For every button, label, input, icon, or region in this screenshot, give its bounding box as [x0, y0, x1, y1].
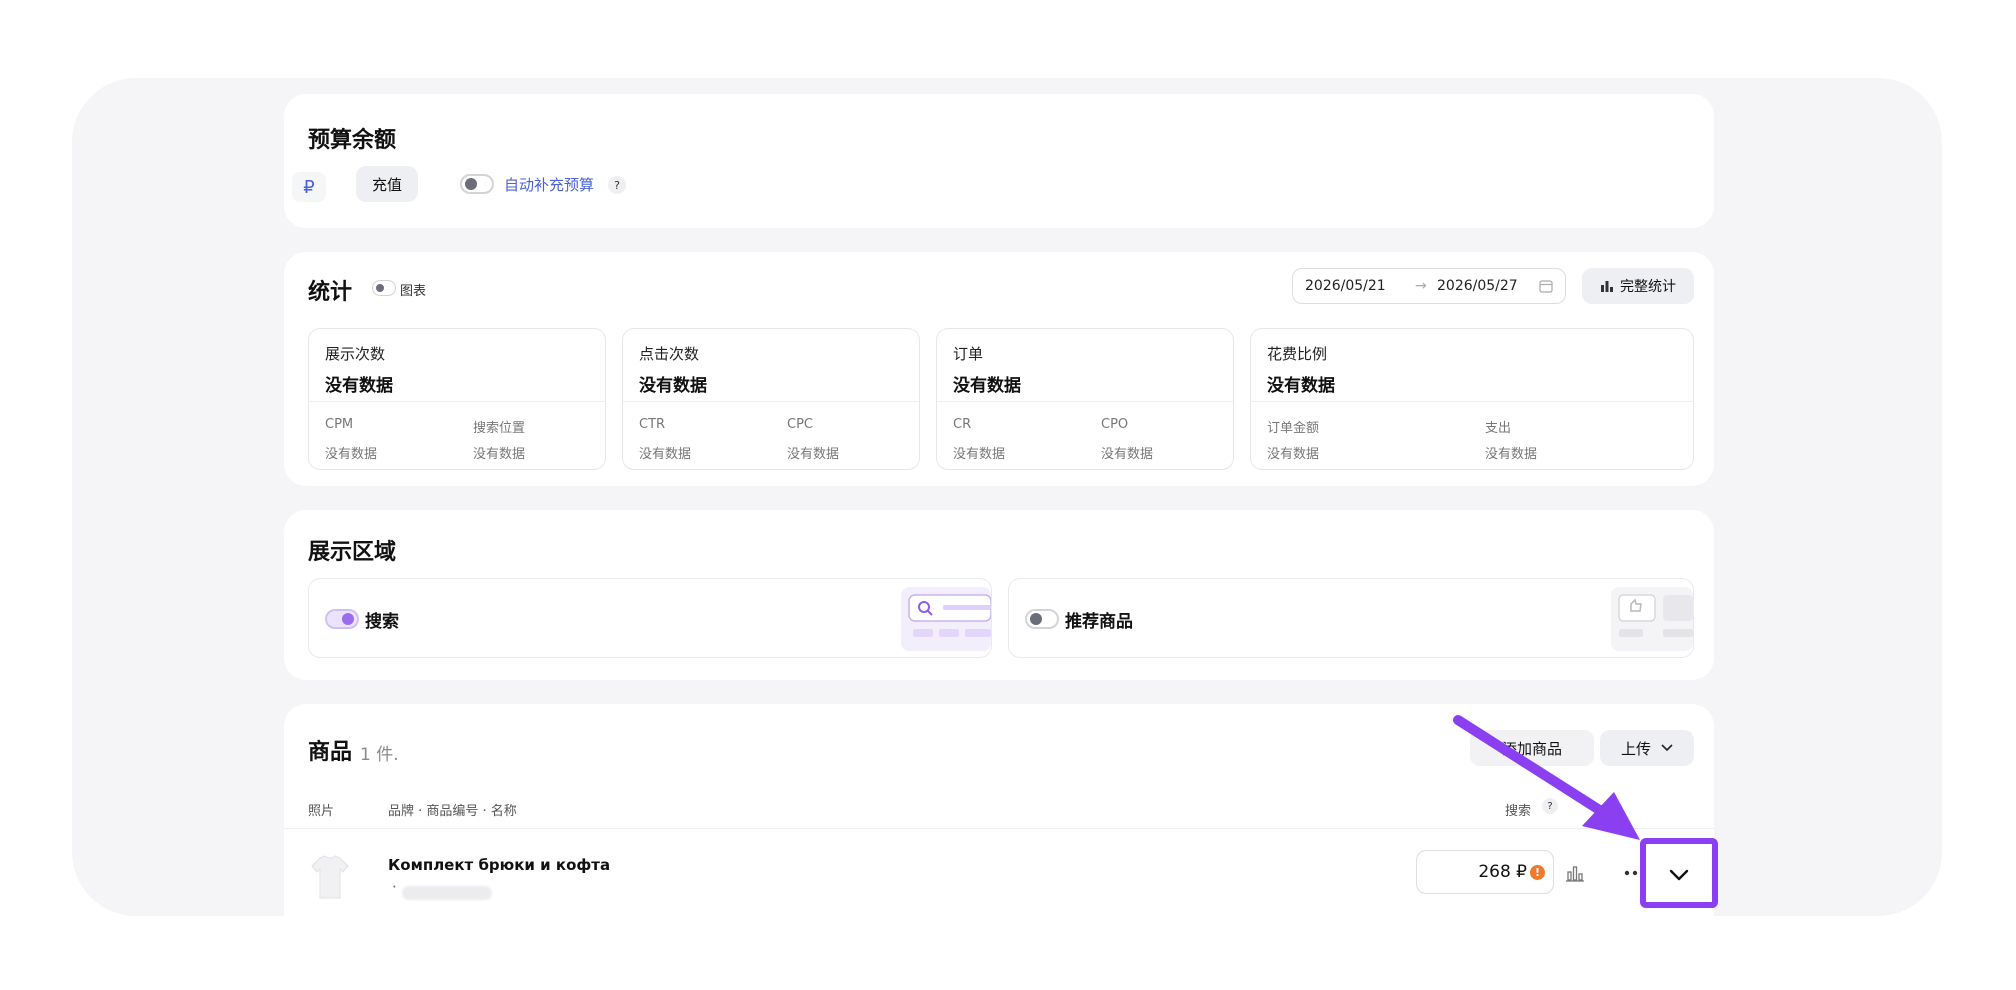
annotation-arrow-icon: [1453, 715, 1640, 840]
